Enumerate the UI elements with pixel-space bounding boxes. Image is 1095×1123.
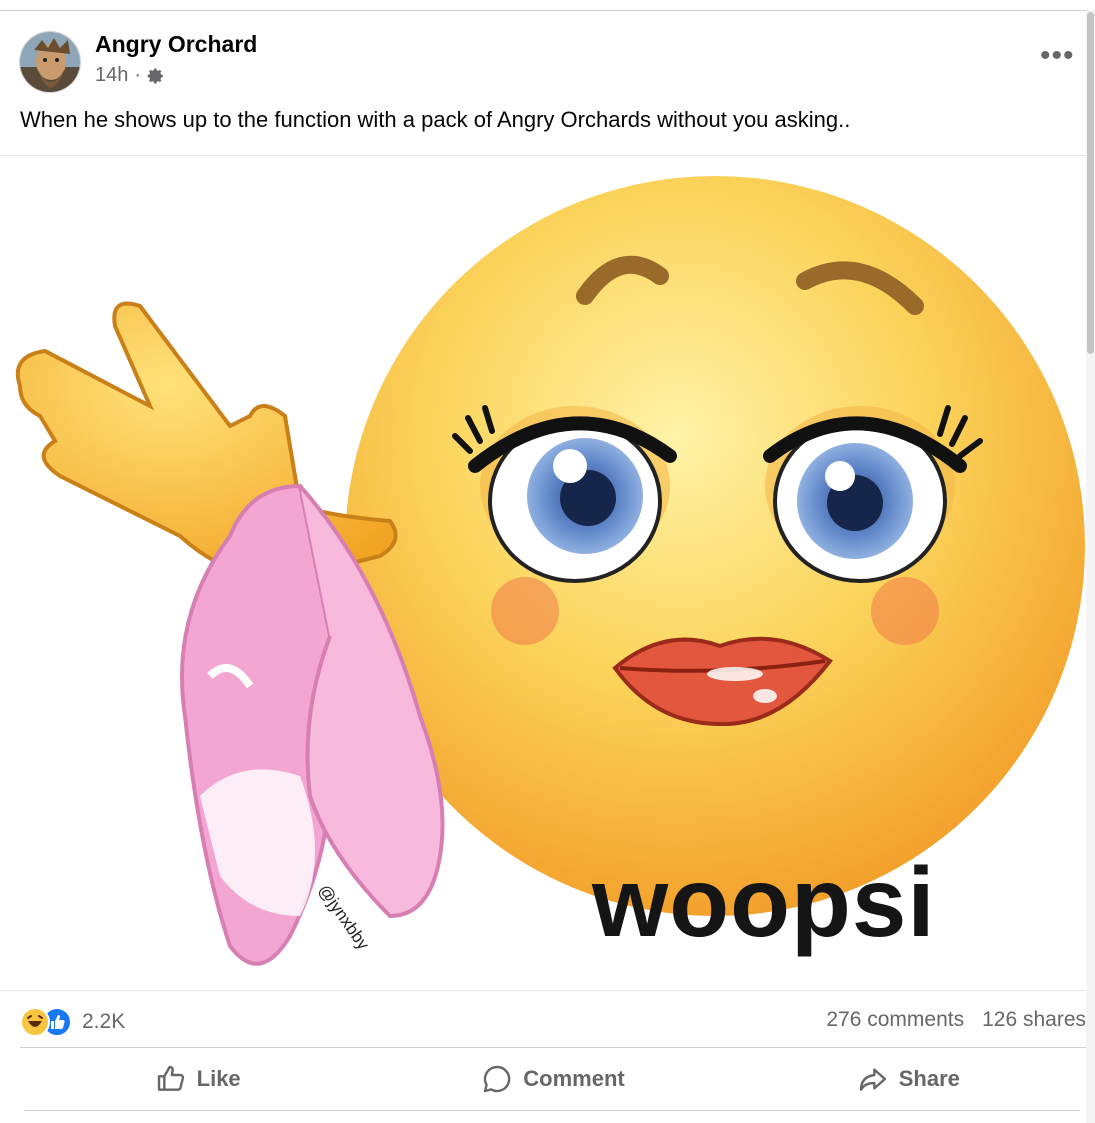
post-image[interactable]: woopsi @jynxbby <box>0 156 1086 990</box>
post-time[interactable]: 14h <box>95 64 128 87</box>
share-button[interactable]: Share <box>731 1048 1086 1110</box>
meta-separator: · <box>134 64 142 86</box>
share-label: Share <box>898 1066 960 1091</box>
author-name[interactable]: Angry Orchard <box>95 31 257 58</box>
gear-icon[interactable] <box>147 67 165 85</box>
post-meta: 14h · <box>95 64 165 87</box>
post-card: Angry Orchard 14h · ••• When he shows up… <box>0 11 1086 1123</box>
actions-bottom-divider <box>24 1110 1080 1111</box>
emoji-face <box>345 176 1085 916</box>
reaction-count: 2.2K <box>82 1010 126 1033</box>
thumbs-up-icon <box>157 1065 184 1091</box>
avatar-image <box>20 32 80 92</box>
more-icon[interactable]: ••• <box>1040 41 1075 71</box>
comment-bubble-icon <box>484 1065 511 1093</box>
media-bottom-divider <box>0 990 1086 991</box>
scrollbar[interactable] <box>1086 10 1095 1123</box>
share-arrow-icon <box>859 1068 886 1091</box>
comment-button[interactable]: Comment <box>375 1048 730 1110</box>
avatar[interactable] <box>19 31 81 93</box>
like-label: Like <box>196 1066 241 1091</box>
comment-count[interactable]: 276 comments <box>826 1008 964 1032</box>
like-button[interactable]: Like <box>20 1048 375 1110</box>
post-actions: Like Comment Share <box>20 1048 1086 1110</box>
post-caption: When he shows up to the function with a … <box>20 107 851 132</box>
haha-reaction-icon <box>20 1007 50 1037</box>
scrollbar-thumb[interactable] <box>1087 12 1094 354</box>
meme-caption: woopsi <box>592 847 936 957</box>
engagement-counts: 276 comments 126 shares <box>826 1008 1086 1032</box>
reaction-summary[interactable]: 2.2K <box>20 1007 125 1037</box>
comment-label: Comment <box>523 1066 625 1091</box>
share-count[interactable]: 126 shares <box>982 1008 1086 1032</box>
